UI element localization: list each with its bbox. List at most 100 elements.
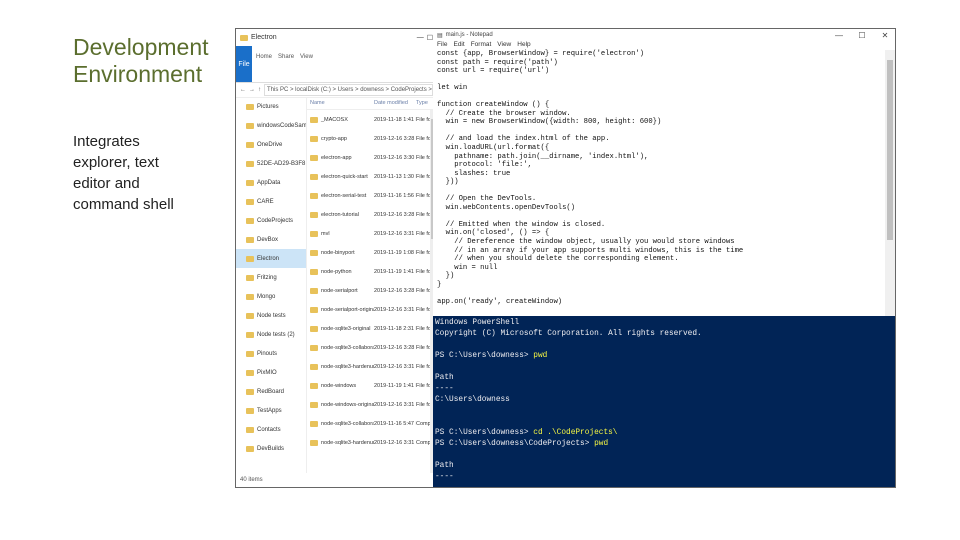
- folder-icon: [246, 103, 254, 110]
- nav-item[interactable]: TestApps: [236, 401, 306, 420]
- file-row[interactable]: _MACOSX2019-11-18 1:41 PMFile folder: [307, 110, 436, 129]
- folder-icon: [310, 439, 318, 446]
- folder-icon: [310, 287, 318, 294]
- ps-output-label: Path: [435, 374, 454, 382]
- nav-item[interactable]: CodeProjects: [236, 211, 306, 230]
- nav-item[interactable]: CARE: [236, 192, 306, 211]
- folder-icon: [246, 426, 254, 433]
- up-arrow-icon[interactable]: ↑: [258, 87, 261, 93]
- menu-format[interactable]: Format: [471, 41, 492, 50]
- nav-item[interactable]: Node tests (2): [236, 325, 306, 344]
- nav-item-label: RedBoard: [257, 388, 285, 395]
- file-name: electron-app: [321, 154, 352, 161]
- nav-item[interactable]: Contacts: [236, 420, 306, 439]
- file-row[interactable]: node-python2019-11-19 1:41 PMFile folder: [307, 262, 436, 281]
- ps-header-line: Windows PowerShell: [435, 319, 520, 327]
- folder-icon: [310, 116, 318, 123]
- file-date: 2019-12-16 3:31 PM: [374, 306, 416, 313]
- maximize-icon[interactable]: ☐: [852, 31, 872, 40]
- column-name[interactable]: Name: [307, 100, 374, 106]
- nav-item[interactable]: Pictures: [236, 97, 306, 116]
- file-row[interactable]: node-binyport2019-11-19 1:08 PMFile fold…: [307, 243, 436, 262]
- file-row[interactable]: node-sqlite3-original2019-11-18 2:31 PMF…: [307, 319, 436, 338]
- minimize-icon[interactable]: —: [829, 31, 849, 40]
- file-name: node-windows-original: [321, 401, 374, 408]
- file-name: _MACOSX: [321, 116, 348, 123]
- nav-item[interactable]: Mongo: [236, 287, 306, 306]
- forward-arrow-icon[interactable]: →: [249, 87, 255, 93]
- file-row[interactable]: node-windows2019-11-19 1:41 PMFile folde…: [307, 376, 436, 395]
- nav-item[interactable]: RedBoard: [236, 382, 306, 401]
- nav-item[interactable]: Node tests: [236, 306, 306, 325]
- file-row[interactable]: mvl2019-12-16 3:31 PMFile folder: [307, 224, 436, 243]
- nav-item-label: CodeProjects: [257, 217, 294, 224]
- folder-icon: [310, 325, 318, 332]
- file-date: 2019-11-19 1:41 PM: [374, 382, 416, 389]
- nav-item[interactable]: OneDrive: [236, 135, 306, 154]
- file-name: electron-serial-test: [321, 192, 367, 199]
- file-date: 2019-12-16 3:31 PM: [374, 439, 416, 446]
- file-tab[interactable]: File: [236, 46, 252, 82]
- file-row[interactable]: node-sqlite3-collaborate (Conflicting Ke…: [307, 414, 436, 433]
- column-date[interactable]: Date modified: [374, 100, 416, 106]
- file-row[interactable]: electron-serial-test2019-11-16 1:56 PMFi…: [307, 186, 436, 205]
- slide-title: Development Environment: [73, 34, 209, 87]
- file-row[interactable]: crypto-app2019-12-16 3:28 PMFile folder: [307, 129, 436, 148]
- back-arrow-icon[interactable]: ←: [240, 87, 246, 93]
- nav-item[interactable]: DevBox: [236, 230, 306, 249]
- file-name: crypto-app: [321, 135, 347, 142]
- nav-item[interactable]: Electron: [236, 249, 306, 268]
- tab-view[interactable]: View: [300, 54, 313, 74]
- nav-item[interactable]: 52DE-AD29-B3F8 (SDHC): [236, 154, 306, 173]
- file-name: node-sqlite3-original: [321, 325, 371, 332]
- ps-copyright-line: Copyright (C) Microsoft Corporation. All…: [435, 330, 702, 338]
- file-name: node-sqlite3-collaborate (Conflicting Ke…: [321, 420, 374, 427]
- close-icon[interactable]: ✕: [875, 31, 895, 40]
- notepad-title: main.js - Notepad: [445, 32, 493, 38]
- folder-icon: [246, 445, 254, 452]
- nav-item[interactable]: DevBuilds: [236, 439, 306, 458]
- nav-item[interactable]: AppData: [236, 173, 306, 192]
- address-path[interactable]: This PC > localDisk (C:) > Users > downe…: [264, 84, 433, 96]
- minimize-icon[interactable]: —: [417, 34, 424, 41]
- notepad-scrollbar[interactable]: [885, 50, 895, 316]
- navigation-pane: Pictures windowsCodeSamples OneDrive 52DE-A…: [236, 97, 307, 473]
- file-row[interactable]: electron-app2019-12-16 3:30 PMFile folde…: [307, 148, 436, 167]
- file-date: 2019-12-16 3:31 PM: [374, 363, 416, 370]
- folder-icon: [246, 198, 254, 205]
- file-row[interactable]: node-windows-original2019-12-16 3:31 PMF…: [307, 395, 436, 414]
- menu-file[interactable]: File: [437, 41, 447, 50]
- file-row[interactable]: node-serialport2019-12-16 3:28 PMFile fo…: [307, 281, 436, 300]
- nav-item[interactable]: Fritzing: [236, 268, 306, 287]
- folder-icon: [246, 274, 254, 281]
- tab-home[interactable]: Home: [256, 54, 272, 74]
- nav-item-label: AppData: [257, 179, 281, 186]
- file-row[interactable]: node-sqlite3-collaborate (Conflicting Ke…: [307, 338, 436, 357]
- nav-item[interactable]: PixMIO: [236, 363, 306, 382]
- file-row[interactable]: electron-tutorial2019-12-16 3:28 PMFile …: [307, 205, 436, 224]
- tab-share[interactable]: Share: [278, 54, 294, 74]
- ps-command: cd .\CodeProjects\: [533, 429, 618, 437]
- file-date: 2019-11-13 1:30 PM: [374, 173, 416, 180]
- menu-help[interactable]: Help: [517, 41, 530, 50]
- nav-item[interactable]: windowsCodeSamples: [236, 116, 306, 135]
- folder-icon: [246, 312, 254, 319]
- folder-icon: [246, 331, 254, 338]
- file-date: 2019-11-16 5:47 PM: [374, 420, 416, 427]
- file-row[interactable]: node-sqlite3-hardenumer.zip2019-12-16 3:…: [307, 433, 436, 452]
- powershell-console[interactable]: Windows PowerShell Copyright (C) Microsof…: [433, 316, 895, 487]
- notepad-text-area[interactable]: const {app, BrowserWindow} = require('el…: [437, 50, 883, 316]
- menu-edit[interactable]: Edit: [453, 41, 464, 50]
- nav-item-label: DevBuilds: [257, 445, 285, 452]
- explorer-titlebar: Electron — ☐: [236, 29, 433, 46]
- menu-view[interactable]: View: [497, 41, 511, 50]
- file-date: 2019-12-16 3:28 PM: [374, 287, 416, 294]
- status-bar: 40 items: [240, 477, 263, 483]
- nav-item[interactable]: Pinouts: [236, 344, 306, 363]
- file-row[interactable]: node-sqlite3-hardenumer2019-12-16 3:31 P…: [307, 357, 436, 376]
- file-row[interactable]: electron-quick-start2019-11-13 1:30 PMFi…: [307, 167, 436, 186]
- file-date: 2019-12-16 3:31 PM: [374, 230, 416, 237]
- file-row[interactable]: node-serialport-original 2019-12-16 3:31 …: [307, 300, 436, 319]
- explorer-ribbon: File Home Share View: [236, 46, 433, 83]
- folder-icon: [310, 211, 318, 218]
